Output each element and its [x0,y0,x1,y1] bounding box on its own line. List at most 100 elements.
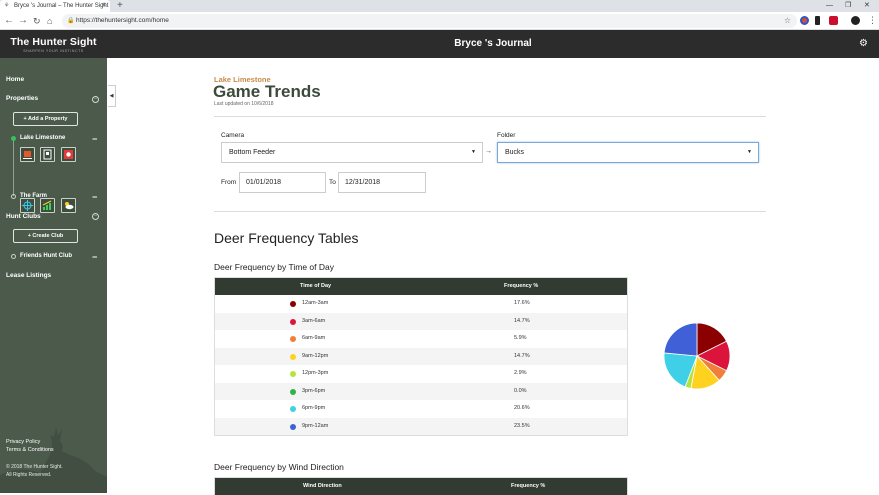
journal-title: Bryce 's Journal [454,38,532,49]
deer-silhouette-icon [0,427,107,493]
target-tool[interactable] [61,147,76,162]
frequency-cell: 14.7% [514,352,530,359]
trail-camera-tool[interactable] [20,147,35,162]
browser-tab[interactable]: ⚘ Bryce 's Journal – The Hunter Sight × [0,0,110,12]
collapse-lake-limestone-icon[interactable]: − [92,135,97,144]
frequency-cell: 2.9% [514,370,527,376]
close-tab-icon[interactable]: × [102,2,106,10]
divider [214,211,766,212]
frequency-cell: 17.6% [514,300,530,306]
camera-select-value: Bottom Feeder [229,149,276,156]
gear-icon[interactable]: ⚙ [859,30,868,58]
address-bar[interactable]: 🔒 https://thehuntersight.com/home ☆ [62,14,797,28]
color-swatch [290,301,296,307]
add-property-button[interactable]: + Add a Property [13,112,78,126]
last-updated: Last updated on 10/6/2018 [214,101,274,107]
color-swatch [290,336,296,342]
time-of-day-cell: 3pm-6pm [302,387,326,394]
profile-avatar[interactable] [851,16,860,25]
frequency-cell: 5.9% [514,335,527,341]
table-row: 6am-9am 5.9% [215,330,627,348]
copyright-line-2: All Rights Reserved. [6,472,52,478]
sidebar-item-friends-hunt-club[interactable]: Friends Hunt Club [20,253,72,259]
maximize-button[interactable]: ❐ [845,0,851,11]
column-header-time: Time of Day [300,283,332,289]
sidebar-item-properties[interactable]: Properties [6,95,38,102]
from-date-input[interactable]: 01/01/2018 [239,172,326,193]
extension-3-icon[interactable] [829,16,838,25]
color-swatch [290,406,296,412]
pie-slice-9pm-12am[interactable] [663,322,698,357]
privacy-policy-link[interactable]: Privacy Policy [6,439,40,445]
sidebar-item-home[interactable]: Home [6,76,24,83]
to-date-input[interactable]: 12/31/2018 [338,172,426,193]
collapse-properties-icon[interactable]: − [92,96,99,103]
terms-link[interactable]: Terms & Conditions [6,447,54,453]
journal-tool[interactable] [40,147,55,162]
menu-kebab-icon[interactable]: ⋮ [868,13,877,27]
close-window-button[interactable]: ✕ [864,0,870,11]
color-swatch [290,318,296,325]
sidebar-item-the-farm[interactable]: The Farm [20,193,47,199]
table-row: 6pm-9pm 20.6% [215,400,627,418]
table2-title: Deer Frequency by Wind Direction [214,462,344,472]
sidebar: The Hunter Sight SHARPEN YOUR INSTINCTS … [0,30,107,493]
lock-icon: 🔒 [67,18,75,24]
folder-label: Folder [497,132,516,139]
column-header-frequency: Frequency % [511,483,546,489]
collapse-friends-hunt-club-icon[interactable]: − [92,253,97,262]
top-header: Bryce 's Journal ⚙ [107,30,879,58]
bookmark-star-icon[interactable]: ☆ [784,14,791,28]
sidebar-toggle-button[interactable]: ◀ [108,85,116,107]
site-logo: The Hunter Sight [10,36,97,48]
divider [214,116,766,117]
time-of-day-cell: 9am-12pm [302,352,329,359]
table-row: 9am-12pm 14.7% [215,347,627,365]
sidebar-item-lease-listings[interactable]: Lease Listings [6,272,51,279]
collapse-hunt-clubs-icon[interactable]: − [92,213,99,220]
section-title: Deer Frequency Tables [214,230,359,246]
camera-label: Camera [221,132,245,139]
sidebar-item-hunt-clubs[interactable]: Hunt Clubs [6,213,41,220]
table-row: 3pm-6pm 0.0% [215,382,627,400]
tree-line [13,140,14,196]
minimize-button[interactable]: — [826,0,833,11]
time-of-day-cell: 3am-6am [302,317,326,324]
chevron-down-icon: ▼ [471,149,476,155]
arrow-separator: → [485,148,492,155]
reload-icon[interactable]: ↻ [33,14,41,28]
frequency-cell: 14.7% [514,317,530,324]
page-title: Game Trends [213,82,321,101]
create-club-button[interactable]: + Create Club [13,229,78,243]
table-body: 12am-3am 17.6% 3am-6am 14.7% 6am-9am 5.9% 9am-… [215,295,627,435]
color-swatch [290,423,296,430]
trends-chart-tool[interactable] [40,198,55,213]
time-of-day-cell: 12pm-3pm [302,370,329,376]
brand-header[interactable]: The Hunter Sight SHARPEN YOUR INSTINCTS [0,30,107,58]
extension-1-icon[interactable] [800,16,809,25]
extension-2-icon[interactable] [815,16,820,25]
folder-select[interactable]: Bucks ▼ [497,142,759,163]
deer-favicon-icon: ⚘ [4,3,10,9]
home-icon[interactable]: ⌂ [47,14,52,28]
browser-tabbar: ⚘ Bryce 's Journal – The Hunter Sight × … [0,0,879,12]
table-row: 12pm-3pm 2.9% [215,365,627,383]
table-header: Time of Day Frequency % [215,278,627,295]
frequency-cell: 20.6% [514,405,530,411]
column-header-wind: Wind Direction [303,483,342,489]
crosshair-tool[interactable] [20,198,35,213]
table-row: 9pm-12am 23.5% [215,417,627,435]
forward-arrow-icon[interactable]: → [18,14,28,28]
new-tab-button[interactable]: + [117,0,123,12]
time-of-day-table: Time of Day Frequency % 12am-3am 17.6% 3am… [214,277,628,436]
back-arrow-icon[interactable]: ← [4,14,14,28]
time-of-day-cell: 12am-3am [302,300,329,306]
table-row: 12am-3am 17.6% [215,295,627,313]
table-header: Wind Direction Frequency % [215,478,627,495]
camera-select[interactable]: Bottom Feeder ▼ [221,142,483,163]
weather-tool[interactable] [61,198,76,213]
property-dot [11,194,16,199]
sidebar-item-lake-limestone[interactable]: Lake Limestone [20,135,65,141]
to-label: To [329,179,336,186]
collapse-the-farm-icon[interactable]: − [92,193,97,202]
